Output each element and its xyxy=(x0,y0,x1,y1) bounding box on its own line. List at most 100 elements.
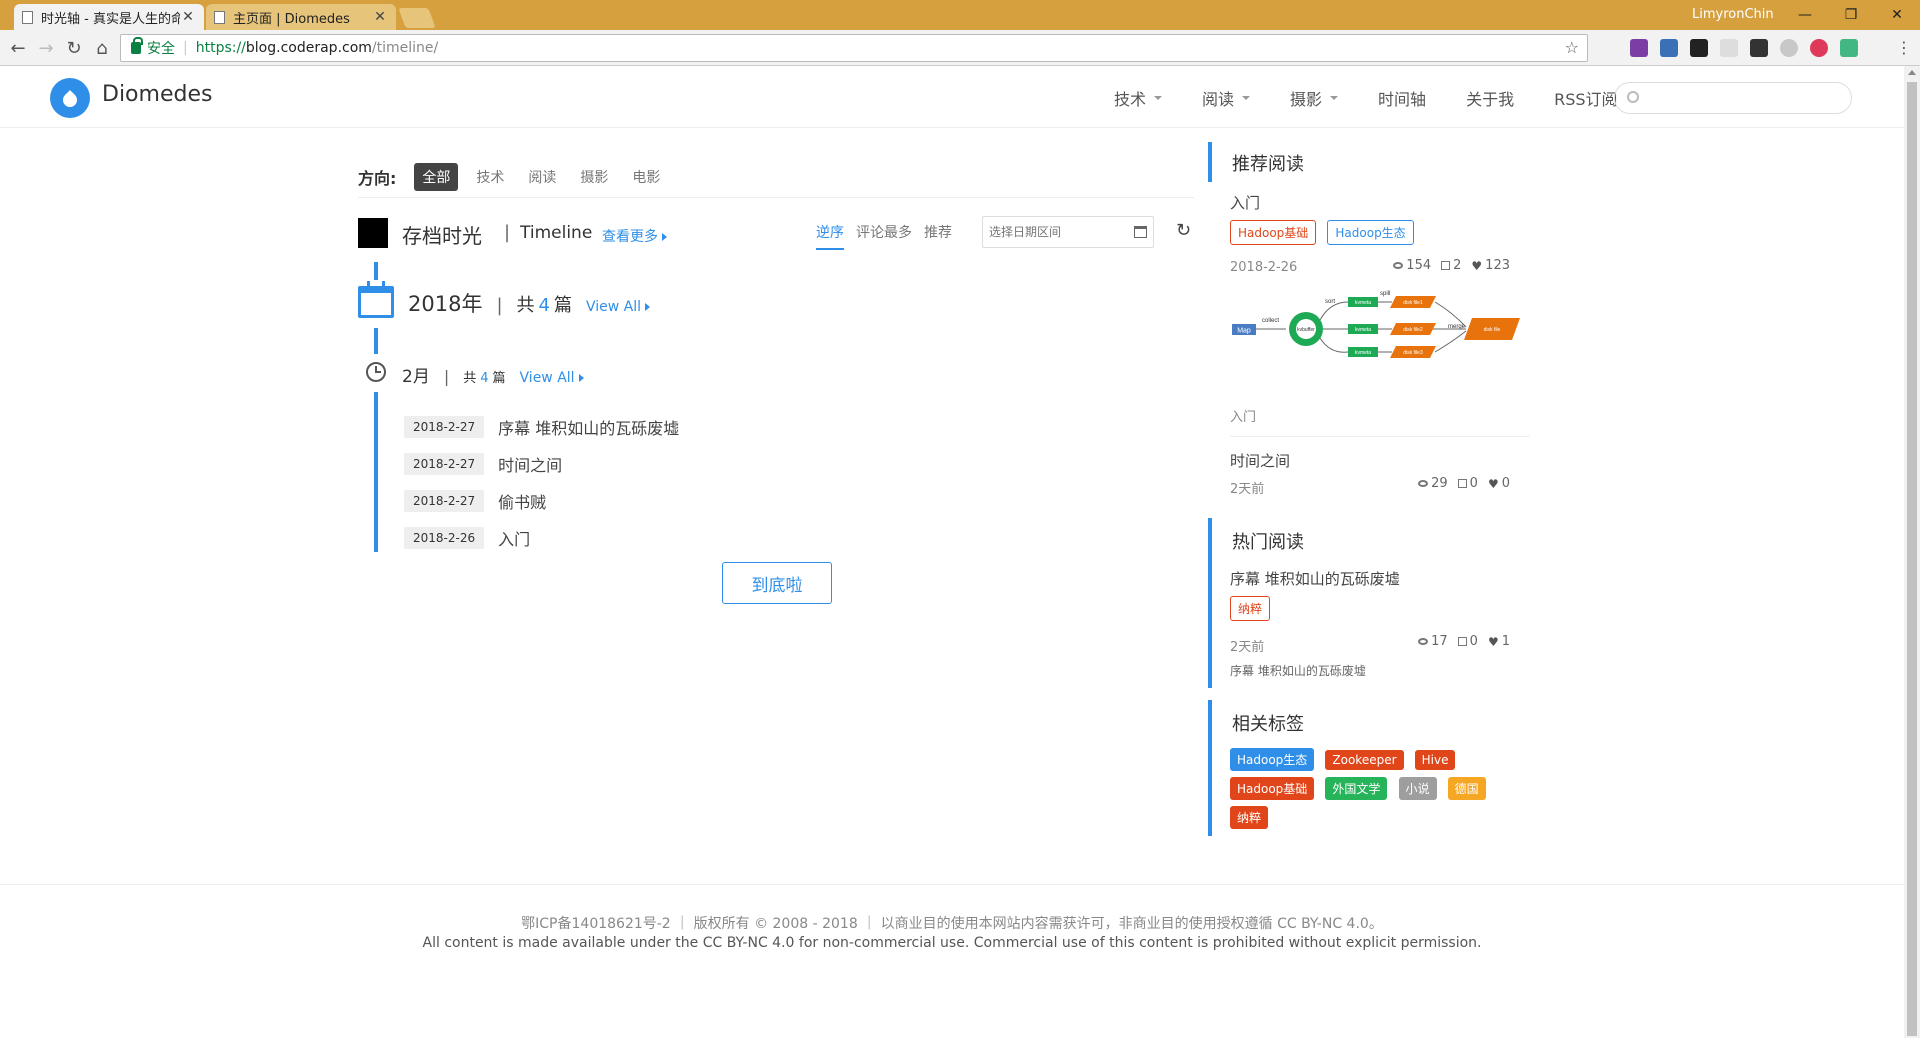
hot-post-tags: 纳粹 xyxy=(1230,596,1276,627)
post-title-link[interactable]: 时间之间 xyxy=(498,452,562,476)
site-logo-icon[interactable] xyxy=(50,78,90,118)
browser-menu-icon[interactable]: ⋮ xyxy=(1896,38,1912,57)
post-title-link[interactable]: 偷书贼 xyxy=(498,489,546,513)
refresh-icon[interactable]: ↻ xyxy=(1176,220,1191,241)
tag-hive[interactable]: Hive xyxy=(1414,750,1456,770)
nav-item-timeline[interactable]: 时间轴 xyxy=(1378,86,1426,110)
drop-extension-icon[interactable] xyxy=(1780,39,1798,57)
tag-foreign-literature[interactable]: 外国文学 xyxy=(1325,777,1388,800)
second-post-stats: 29 0 ♥ 0 xyxy=(1418,476,1510,491)
second-post-title[interactable]: 时间之间 xyxy=(1230,450,1290,471)
post-title-link[interactable]: 序幕 堆积如山的瓦砾废墟 xyxy=(498,415,679,439)
site-header: Diomedes 技术 阅读 摄影 时间轴 关于我 RSS订阅 xyxy=(0,66,1904,128)
sort-reverse[interactable]: 逆序 xyxy=(816,222,844,250)
featured-post-caption: 入门 xyxy=(1230,410,1257,425)
tag-hadoop-ecosystem[interactable]: Hadoop生态 xyxy=(1327,220,1414,245)
date-range-input[interactable] xyxy=(989,223,1129,241)
disk-file-label-1: disk file1 xyxy=(1403,300,1423,306)
map-label: Map xyxy=(1237,328,1251,335)
minimize-icon[interactable]: — xyxy=(1782,0,1828,30)
month-view-all-link[interactable]: View All xyxy=(520,370,584,386)
spill-label: spill xyxy=(1380,291,1390,297)
tag-zookeeper[interactable]: Zookeeper xyxy=(1325,750,1404,770)
bookmark-star-icon[interactable]: ☆ xyxy=(1565,38,1579,57)
list-item[interactable]: 2018-2-27 时间之间 xyxy=(404,445,679,482)
search-input[interactable] xyxy=(1647,87,1843,109)
post-title-link[interactable]: 入门 xyxy=(498,526,530,550)
sort-most-comments[interactable]: 评论最多 xyxy=(856,222,912,250)
calendar-icon[interactable] xyxy=(1134,226,1147,238)
onenote-extension-icon[interactable] xyxy=(1630,39,1648,57)
view-more-link[interactable]: 查看更多 xyxy=(602,226,667,246)
tag-cloud: Hadoop生态 Zookeeper Hive Hadoop基础 外国文学 小说… xyxy=(1230,748,1530,835)
tag-hadoop-ecosystem[interactable]: Hadoop生态 xyxy=(1230,748,1315,771)
reload-icon[interactable]: ↻ xyxy=(62,36,86,60)
browser-tab-active[interactable]: 时光轴 - 真实是人生的命 ✕ xyxy=(14,4,204,30)
featured-post-title[interactable]: 入门 xyxy=(1230,192,1260,213)
tag-hadoop-basics[interactable]: Hadoop基础 xyxy=(1230,220,1317,245)
apps-extension-icon[interactable] xyxy=(1750,39,1768,57)
restore-icon[interactable]: ❐ xyxy=(1828,0,1874,30)
nav-item-reading[interactable]: 阅读 xyxy=(1202,86,1251,110)
new-tab-button[interactable] xyxy=(398,8,436,28)
post-date: 2018-2-26 xyxy=(404,526,485,549)
window-controls: — ❐ ✕ xyxy=(1782,0,1920,30)
nav-item-about[interactable]: 关于我 xyxy=(1466,86,1514,110)
nav-item-photo[interactable]: 摄影 xyxy=(1290,86,1339,110)
close-icon[interactable]: ✕ xyxy=(180,9,196,25)
nav-item-rss[interactable]: RSS订阅 xyxy=(1554,86,1617,110)
likes-stat: ♥ 0 xyxy=(1487,476,1510,491)
forward-arrow-icon[interactable]: → xyxy=(34,36,58,60)
filter-option-photo[interactable]: 摄影 xyxy=(580,167,608,187)
hot-post-title[interactable]: 序幕 堆积如山的瓦砾废墟 xyxy=(1230,568,1400,589)
list-item[interactable]: 2018-2-27 偷书贼 xyxy=(404,482,679,519)
tag-germany[interactable]: 德国 xyxy=(1447,777,1486,800)
site-name[interactable]: Diomedes xyxy=(102,82,212,107)
x-extension-icon[interactable] xyxy=(1690,39,1708,57)
filter-option-tech[interactable]: 技术 xyxy=(476,167,504,187)
home-icon[interactable]: ⌂ xyxy=(90,36,114,60)
page-scrollbar[interactable] xyxy=(1904,66,1920,1038)
nav-item-tech[interactable]: 技术 xyxy=(1114,86,1163,110)
sort-recommended[interactable]: 推荐 xyxy=(924,222,952,250)
eye-icon xyxy=(1393,262,1404,269)
timeline-line xyxy=(374,328,378,354)
list-item[interactable]: 2018-2-26 入门 xyxy=(404,519,679,556)
featured-post-image[interactable]: Map collect kvbuffer sort kvmeta kvmeta … xyxy=(1230,282,1530,380)
tag-hadoop-basics[interactable]: Hadoop基础 xyxy=(1230,777,1315,800)
close-window-icon[interactable]: ✕ xyxy=(1874,0,1920,30)
kvmeta-label-3: kvmeta xyxy=(1355,350,1371,356)
browser-user-name[interactable]: LimyronChin xyxy=(1692,7,1774,22)
calendar-icon xyxy=(358,281,394,318)
red-extension-icon[interactable] xyxy=(1810,39,1828,57)
scroll-up-arrow-icon[interactable] xyxy=(1908,70,1916,75)
close-icon[interactable]: ✕ xyxy=(372,9,388,25)
site-search[interactable] xyxy=(1614,82,1852,114)
browser-tab-inactive[interactable]: 主页面 | Diomedes ✕ xyxy=(206,4,396,30)
tag-nazi[interactable]: 纳粹 xyxy=(1230,596,1271,621)
filter-option-all[interactable]: 全部 xyxy=(414,162,459,191)
date-range-picker[interactable] xyxy=(982,216,1154,248)
year-view-all-link[interactable]: View All xyxy=(586,299,651,315)
widget-accent-bar xyxy=(1208,518,1212,688)
filter-option-reading[interactable]: 阅读 xyxy=(528,167,556,187)
list-item[interactable]: 2018-2-27 序幕 堆积如山的瓦砾废墟 xyxy=(404,408,679,445)
url-host: blog.coderap.com xyxy=(245,40,372,56)
tab-title: 时光轴 - 真实是人生的命 xyxy=(41,11,180,27)
gray-extension-icon[interactable] xyxy=(1720,39,1738,57)
scrollbar-thumb[interactable] xyxy=(1907,82,1917,1036)
tag-novel[interactable]: 小说 xyxy=(1398,777,1437,800)
filter-option-movie[interactable]: 电影 xyxy=(632,167,660,187)
address-bar[interactable]: 安全 | https:// blog.coderap.com /timeline… xyxy=(120,34,1588,62)
back-arrow-icon[interactable]: ← xyxy=(6,36,30,60)
translate-extension-icon[interactable] xyxy=(1660,39,1678,57)
reached-bottom-button[interactable]: 到底啦 xyxy=(722,562,832,604)
kvmeta-label-1: kvmeta xyxy=(1355,300,1371,306)
tag-nazi[interactable]: 纳粹 xyxy=(1230,806,1269,829)
post-date: 2018-2-27 xyxy=(404,415,485,438)
url-path: /timeline/ xyxy=(371,40,439,56)
vue-extension-icon[interactable] xyxy=(1840,39,1858,57)
widget-title: 热门阅读 xyxy=(1232,532,1304,553)
featured-post-stats: 154 2 ♥ 123 xyxy=(1393,258,1510,273)
browser-tab-bar: 时光轴 - 真实是人生的命 ✕ 主页面 | Diomedes ✕ Limyron… xyxy=(0,0,1920,30)
